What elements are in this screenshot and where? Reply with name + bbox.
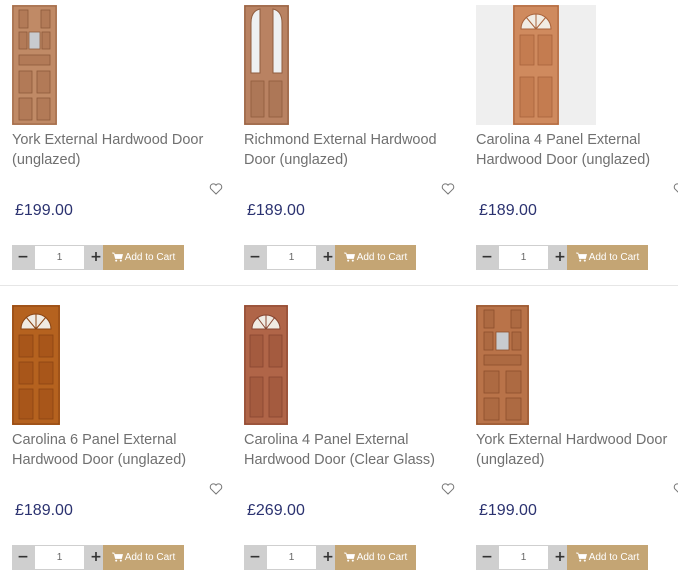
heart-icon[interactable]	[209, 182, 223, 196]
product-card: Carolina 4 Panel External Hardwood Door …	[244, 305, 474, 585]
product-card: York External Hardwood Door (unglazed) £…	[12, 5, 242, 285]
add-to-cart-label: Add to Cart	[588, 252, 640, 263]
product-title[interactable]: Carolina 6 Panel External Hardwood Door …	[12, 431, 240, 470]
product-price: £199.00	[479, 502, 537, 519]
product-price: £199.00	[15, 202, 73, 219]
product-image[interactable]	[476, 5, 596, 125]
quantity-decrease-button[interactable]: −	[12, 245, 34, 270]
cart-icon	[343, 552, 355, 562]
product-title[interactable]: Carolina 4 Panel External Hardwood Door …	[476, 131, 678, 170]
product-image[interactable]	[244, 305, 288, 425]
quantity-decrease-button[interactable]: −	[244, 245, 266, 270]
quantity-decrease-button[interactable]: −	[12, 545, 34, 570]
product-card: York External Hardwood Door (unglazed) £…	[476, 305, 678, 585]
heart-icon[interactable]	[441, 182, 455, 196]
quantity-input[interactable]	[34, 245, 85, 270]
add-to-cart-label: Add to Cart	[588, 552, 640, 563]
add-to-cart-button[interactable]: Add to Cart	[103, 545, 184, 570]
product-price: £269.00	[247, 502, 305, 519]
cart-icon	[111, 252, 123, 262]
product-image[interactable]	[12, 305, 60, 425]
heart-icon[interactable]	[673, 482, 678, 496]
quantity-input[interactable]	[498, 545, 549, 570]
product-title[interactable]: Richmond External Hardwood Door (unglaze…	[244, 131, 472, 170]
product-grid: York External Hardwood Door (unglazed) £…	[0, 0, 678, 583]
cart-icon	[575, 252, 587, 262]
quantity-input[interactable]	[34, 545, 85, 570]
product-price: £189.00	[15, 502, 73, 519]
add-to-cart-button[interactable]: Add to Cart	[567, 245, 648, 270]
cart-icon	[575, 552, 587, 562]
cart-icon	[111, 552, 123, 562]
product-image[interactable]	[12, 5, 57, 125]
add-to-cart-button[interactable]: Add to Cart	[335, 245, 416, 270]
product-card: Carolina 4 Panel External Hardwood Door …	[476, 5, 678, 285]
product-title[interactable]: York External Hardwood Door (unglazed)	[476, 431, 678, 470]
product-card: Richmond External Hardwood Door (unglaze…	[244, 5, 474, 285]
product-image[interactable]	[244, 5, 289, 125]
quantity-input[interactable]	[498, 245, 549, 270]
add-to-cart-button[interactable]: Add to Cart	[335, 545, 416, 570]
quantity-decrease-button[interactable]: −	[244, 545, 266, 570]
add-to-cart-label: Add to Cart	[356, 552, 408, 563]
add-to-cart-label: Add to Cart	[124, 252, 176, 263]
heart-icon[interactable]	[673, 182, 678, 196]
product-title[interactable]: York External Hardwood Door (unglazed)	[12, 131, 240, 170]
quantity-input[interactable]	[266, 245, 317, 270]
product-card: Carolina 6 Panel External Hardwood Door …	[12, 305, 242, 585]
add-to-cart-button[interactable]: Add to Cart	[567, 545, 648, 570]
product-price: £189.00	[247, 202, 305, 219]
heart-icon[interactable]	[441, 482, 455, 496]
add-to-cart-button[interactable]: Add to Cart	[103, 245, 184, 270]
row-divider	[0, 285, 678, 286]
quantity-input[interactable]	[266, 545, 317, 570]
quantity-decrease-button[interactable]: −	[476, 545, 498, 570]
cart-icon	[343, 252, 355, 262]
add-to-cart-label: Add to Cart	[124, 552, 176, 563]
product-image[interactable]	[476, 305, 529, 425]
add-to-cart-label: Add to Cart	[356, 252, 408, 263]
heart-icon[interactable]	[209, 482, 223, 496]
product-title[interactable]: Carolina 4 Panel External Hardwood Door …	[244, 431, 472, 470]
product-price: £189.00	[479, 202, 537, 219]
quantity-decrease-button[interactable]: −	[476, 245, 498, 270]
